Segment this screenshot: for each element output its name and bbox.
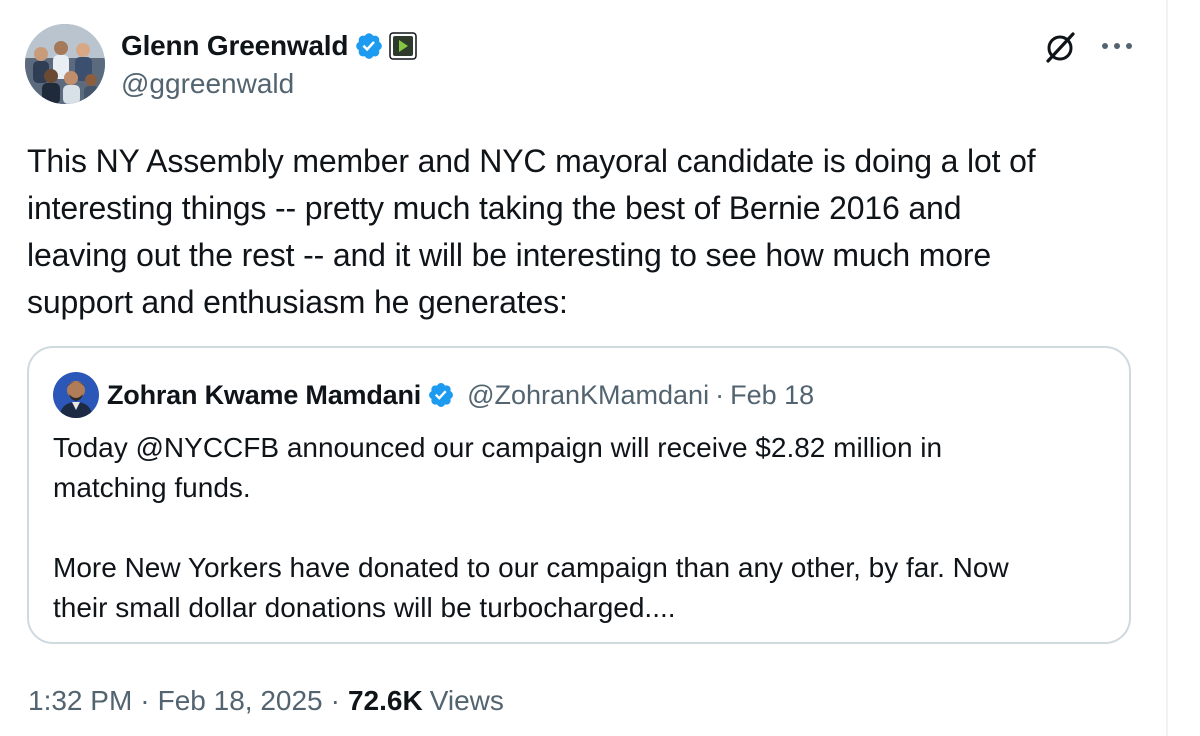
author-display-name[interactable]: Glenn Greenwald: [121, 30, 348, 62]
quoted-verified-badge-icon: [427, 381, 455, 409]
quoted-tweet-card[interactable]: Zohran Kwame Mamdani @ZohranKMamdani · F…: [27, 346, 1131, 644]
timeline-column-border: [1166, 0, 1168, 736]
tweet-timestamp-date[interactable]: Feb 18, 2025: [158, 685, 323, 717]
author-avatar[interactable]: [25, 24, 105, 104]
quoted-author-avatar[interactable]: [53, 372, 99, 418]
quoted-author-name[interactable]: Zohran Kwame Mamdani: [107, 380, 421, 411]
views-count: 72.6K: [347, 685, 423, 716]
tweet-metadata: 1:32 PM · Feb 18, 2025 · 72.6K Views: [28, 682, 504, 720]
author-handle[interactable]: @ggreenwald: [121, 68, 294, 100]
group-photo-avatar-image: [25, 24, 105, 104]
more-options-icon[interactable]: [1097, 33, 1137, 59]
tweet-timestamp-time[interactable]: 1:32 PM: [28, 685, 132, 717]
author-name-row: Glenn Greenwald: [121, 28, 418, 64]
quoted-author-handle[interactable]: @ZohranKMamdani: [467, 380, 709, 411]
metadata-separator-views: ·: [330, 685, 340, 716]
rumble-logo-icon[interactable]: [389, 32, 418, 60]
metadata-separator: ·: [140, 685, 150, 716]
tweet-text: This NY Assembly member and NYC mayoral …: [27, 143, 1036, 320]
quoted-header-separator: ·: [715, 379, 725, 410]
verified-badge-icon[interactable]: [354, 31, 384, 61]
quoted-tweet-text: Today @NYCCFB announced our campaign wil…: [53, 432, 1009, 623]
grok-icon[interactable]: [1040, 26, 1082, 68]
quoted-tweet-header: Zohran Kwame Mamdani @ZohranKMamdani · F…: [53, 372, 814, 418]
quoted-tweet-date[interactable]: Feb 18: [730, 380, 814, 411]
views-label: Views: [429, 685, 504, 716]
